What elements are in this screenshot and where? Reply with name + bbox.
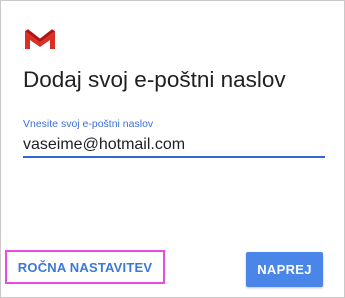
page-title: Dodaj svoj e-poštni naslov <box>23 67 286 92</box>
next-button[interactable]: NAPREJ <box>246 252 323 287</box>
gmail-logo-icon <box>23 28 57 50</box>
email-field-label: Vnesite svoj e-poštni naslov <box>23 118 154 130</box>
add-email-screen: Dodaj svoj e-poštni naslov Vnesite svoj … <box>0 0 345 298</box>
email-field[interactable] <box>23 134 325 158</box>
manual-setup-button[interactable]: ROČNA NASTAVITEV <box>5 250 165 284</box>
